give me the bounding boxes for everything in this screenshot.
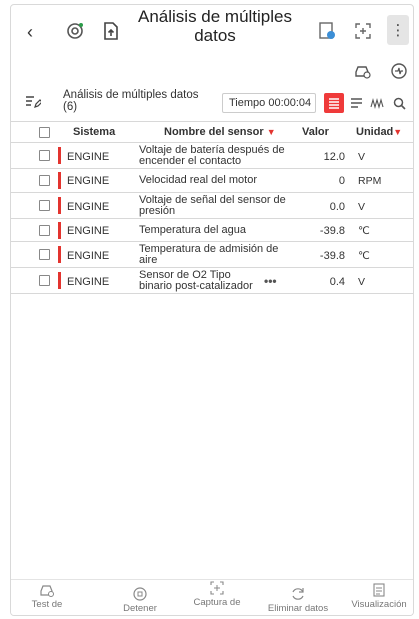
col-sensor-label: Nombre del sensor: [164, 126, 264, 138]
nav-visualization-label: Visualización: [351, 599, 407, 610]
system-cell: ENGINE: [67, 250, 110, 262]
page-title: Análisis de múltiples datos: [137, 7, 292, 45]
table-header: Sistema Nombre del sensor ▼ Valor Unidad…: [11, 121, 413, 143]
sort-caret-icon: ▼: [266, 127, 276, 137]
app-frame: ‹ Análisis de múltiples datos ⋮ Análisis…: [10, 4, 414, 616]
value-cell: 0.4: [329, 276, 345, 288]
row-checkbox[interactable]: [39, 199, 50, 211]
dtc-scan-icon[interactable]: [63, 19, 87, 43]
value-cell: 0: [338, 175, 345, 187]
report-icon[interactable]: [315, 19, 339, 43]
table-row[interactable]: ENGINE Velocidad real del motor 0 RPM: [11, 169, 413, 193]
nav-stop-label: Detener: [123, 603, 157, 614]
focus-icon[interactable]: [351, 19, 375, 43]
nav-clear-label: Eliminar datos: [267, 603, 329, 614]
sensor-cell: Voltaje de señal del sensor de presión: [139, 193, 286, 217]
table-row[interactable]: ENGINE Sensor de O2 Tipo binario post-ca…: [11, 268, 413, 294]
system-marker: [58, 172, 61, 189]
search-icon[interactable]: [389, 93, 409, 113]
col-unit-label: Unidad: [356, 126, 394, 138]
timer: Tiempo 00:00:04: [222, 93, 316, 113]
visualization-icon: [371, 583, 387, 597]
select-all-checkbox[interactable]: [39, 127, 50, 138]
header-bar: ‹ Análisis de múltiples datos ⋮: [11, 5, 413, 57]
col-value[interactable]: Valor: [302, 126, 329, 138]
col-sensor[interactable]: Nombre del sensor ▼: [164, 126, 276, 138]
row-checkbox[interactable]: [39, 175, 50, 186]
nav-visualization-button[interactable]: Visualización: [345, 580, 413, 615]
system-cell: ENGINE: [67, 224, 110, 237]
nav-clear-button[interactable]: Eliminar datos: [263, 584, 333, 615]
unit-cell: V: [358, 200, 366, 213]
refresh-icon: [290, 587, 306, 601]
col-unit[interactable]: Unidad▼: [356, 126, 402, 138]
car-test-icon: [39, 583, 55, 597]
col-system[interactable]: Sistema: [73, 126, 115, 138]
nav-test-label: Test de: [31, 599, 63, 610]
sensor-cell: Temperatura de admisión de aire: [139, 243, 279, 266]
unit-cell: V: [358, 151, 366, 163]
unit-caret-icon: ▼: [393, 127, 403, 137]
sensor-cell: Velocidad real del motor: [139, 174, 258, 186]
value-cell: 12.0: [323, 151, 345, 163]
nav-capture-label: Captura de: [193, 597, 241, 608]
list-view-icon[interactable]: [346, 93, 366, 113]
nav-test-button[interactable]: Test de: [17, 580, 77, 615]
back-icon[interactable]: ‹: [27, 23, 41, 41]
save-file-icon[interactable]: [99, 19, 123, 43]
table-row[interactable]: ENGINE Temperatura del agua -39.8 ℃: [11, 219, 413, 242]
sensor-cell: Voltaje de batería después de encender e…: [139, 144, 285, 167]
value-cell: -39.8: [319, 224, 345, 237]
analysis-title: Análisis de múltiples datos (6): [63, 89, 199, 113]
edit-list-icon[interactable]: [25, 95, 43, 111]
bottom-nav: Test de Detener Captura de Eliminar dato…: [11, 579, 413, 615]
data-toolbar: Análisis de múltiples datos (6) Tiempo 0…: [11, 87, 413, 119]
system-marker: [58, 246, 61, 263]
table-row[interactable]: ENGINE Temperatura de admisión de aire -…: [11, 242, 413, 268]
grid-view-icon[interactable]: [324, 93, 344, 113]
vehicle-check-icon[interactable]: [351, 59, 375, 83]
table-row[interactable]: ENGINE Voltaje de batería después de enc…: [11, 143, 413, 169]
unit-cell: ℃: [358, 250, 370, 262]
sensor-cell: Sensor de O2 Tipo binario post-catalizad…: [139, 269, 253, 292]
battery-icon[interactable]: [387, 59, 411, 83]
more-dots-icon[interactable]: •••: [264, 274, 277, 288]
system-marker: [58, 147, 61, 164]
nav-stop-button[interactable]: Detener: [115, 584, 165, 615]
system-marker: [58, 196, 61, 214]
unit-cell: ℃: [358, 224, 370, 237]
sensor-table: Sistema Nombre del sensor ▼ Valor Unidad…: [11, 121, 413, 294]
row-checkbox[interactable]: [39, 275, 50, 286]
nav-capture-button[interactable]: Captura de: [187, 578, 247, 614]
system-cell: ENGINE: [67, 200, 110, 213]
capture-icon: [209, 581, 225, 595]
system-marker: [58, 221, 61, 239]
system-cell: ENGINE: [67, 151, 110, 163]
value-cell: 0.0: [329, 200, 345, 213]
system-cell: ENGINE: [67, 276, 110, 288]
graph-view-icon[interactable]: [367, 93, 387, 113]
stop-icon: [132, 587, 148, 601]
unit-cell: V: [358, 276, 366, 288]
system-marker: [58, 272, 61, 289]
more-icon[interactable]: ⋮: [387, 15, 409, 45]
row-checkbox[interactable]: [39, 249, 50, 260]
unit-cell: RPM: [358, 175, 382, 187]
row-checkbox[interactable]: [39, 224, 50, 236]
row-checkbox[interactable]: [39, 150, 50, 161]
table-row[interactable]: ENGINE Voltaje de señal del sensor de pr…: [11, 193, 413, 219]
value-cell: -39.8: [319, 250, 345, 262]
secondary-icons: [11, 57, 413, 87]
sensor-cell: Temperatura del agua: [139, 223, 247, 236]
system-cell: ENGINE: [67, 175, 110, 187]
